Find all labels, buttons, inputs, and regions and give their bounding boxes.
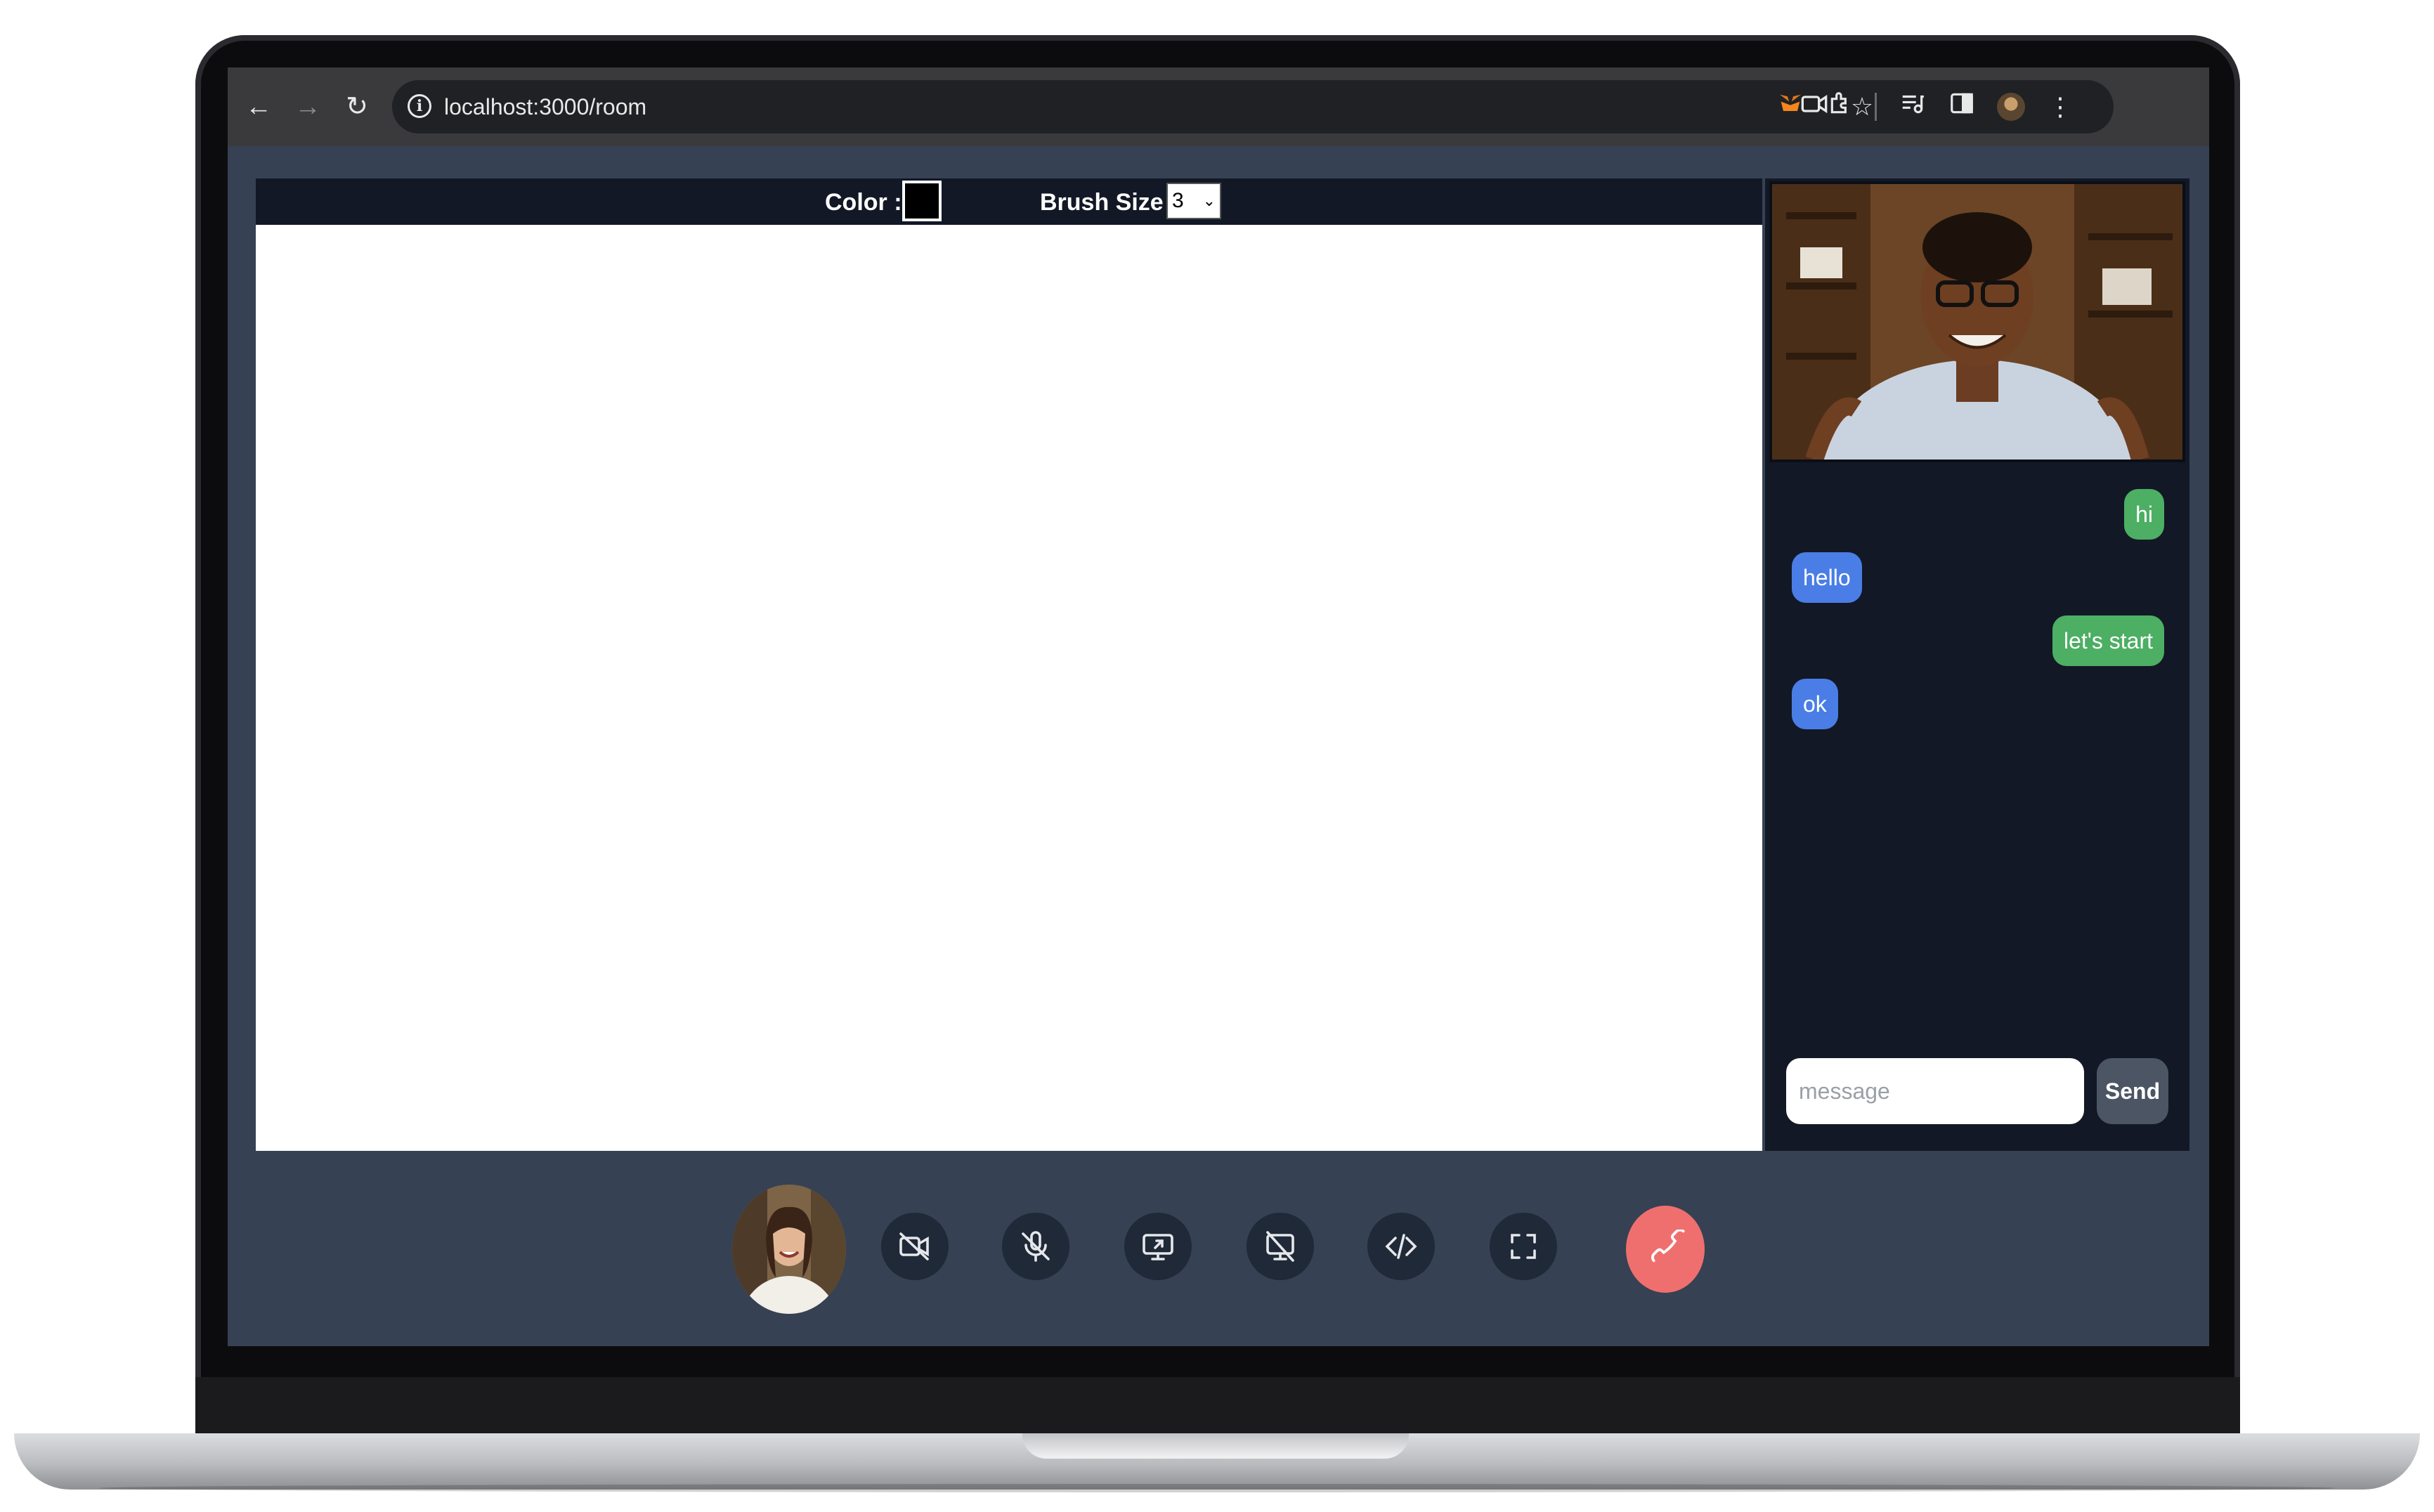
- side-panel-icon[interactable]: [1945, 90, 1979, 124]
- laptop-bezel: [195, 1377, 2240, 1435]
- end-call-button[interactable]: [1626, 1206, 1705, 1293]
- extensions-icon[interactable]: [1824, 90, 1858, 124]
- brush-size-select[interactable]: 3 ⌄: [1166, 183, 1221, 219]
- forward-icon[interactable]: →: [291, 90, 325, 124]
- toggle-video-button[interactable]: [881, 1213, 949, 1280]
- send-button[interactable]: Send: [2097, 1058, 2168, 1124]
- video-off-icon: [899, 1232, 929, 1260]
- reload-icon[interactable]: ↻: [340, 90, 374, 124]
- site-info-icon[interactable]: i: [408, 94, 431, 118]
- browser-toolbar: ← → ↻ i localhost:3000/room ☆ ⋮: [228, 67, 2209, 146]
- toggle-mic-button[interactable]: [1002, 1213, 1069, 1280]
- chat-message-sent: hi: [2124, 489, 2164, 540]
- chat-message-received: hello: [1792, 552, 1862, 603]
- toolbar-divider: [1875, 93, 1877, 121]
- laptop-notch: [1022, 1433, 1409, 1459]
- message-input[interactable]: message: [1786, 1058, 2084, 1124]
- code-icon: [1385, 1234, 1417, 1259]
- stop-share-button[interactable]: [1247, 1213, 1314, 1280]
- color-picker[interactable]: [902, 181, 942, 221]
- remote-video: [1769, 181, 2185, 462]
- profile-avatar[interactable]: [1994, 90, 2028, 124]
- chevron-down-icon: ⌄: [1202, 192, 1216, 209]
- more-menu-icon[interactable]: ⋮: [2043, 90, 2077, 124]
- self-video-avatar: [732, 1185, 846, 1314]
- fullscreen-button[interactable]: [1490, 1213, 1557, 1280]
- fullscreen-icon: [1511, 1234, 1536, 1259]
- stop-share-icon: [1266, 1231, 1294, 1262]
- brush-size-value: 3: [1172, 189, 1184, 212]
- screen: ← → ↻ i localhost:3000/room ☆ ⋮ Color: …: [228, 67, 2209, 1346]
- whiteboard-canvas[interactable]: [256, 225, 1762, 1151]
- brush-size-label: Brush Size :: [1040, 189, 1178, 216]
- whiteboard-toolbar: Color : Brush Size : 3 ⌄: [256, 178, 1762, 225]
- code-editor-button[interactable]: [1367, 1213, 1435, 1280]
- hang-up-icon: [1651, 1230, 1685, 1263]
- mic-off-icon: [1022, 1231, 1050, 1262]
- metamask-icon[interactable]: [1774, 90, 1807, 124]
- color-label: Color :: [825, 189, 902, 216]
- back-icon[interactable]: ←: [242, 90, 275, 124]
- share-screen-button[interactable]: [1124, 1213, 1192, 1280]
- media-controls-icon[interactable]: [1896, 90, 1929, 124]
- chat-panel: hi hello let's start ok message Send: [1765, 178, 2189, 1151]
- chat-message-sent: let's start: [2052, 615, 2164, 666]
- chat-message-received: ok: [1792, 679, 1838, 729]
- screen-share-icon: [1143, 1234, 1173, 1260]
- url-text[interactable]: localhost:3000/room: [444, 93, 646, 121]
- laptop-shadow: [98, 1484, 2336, 1492]
